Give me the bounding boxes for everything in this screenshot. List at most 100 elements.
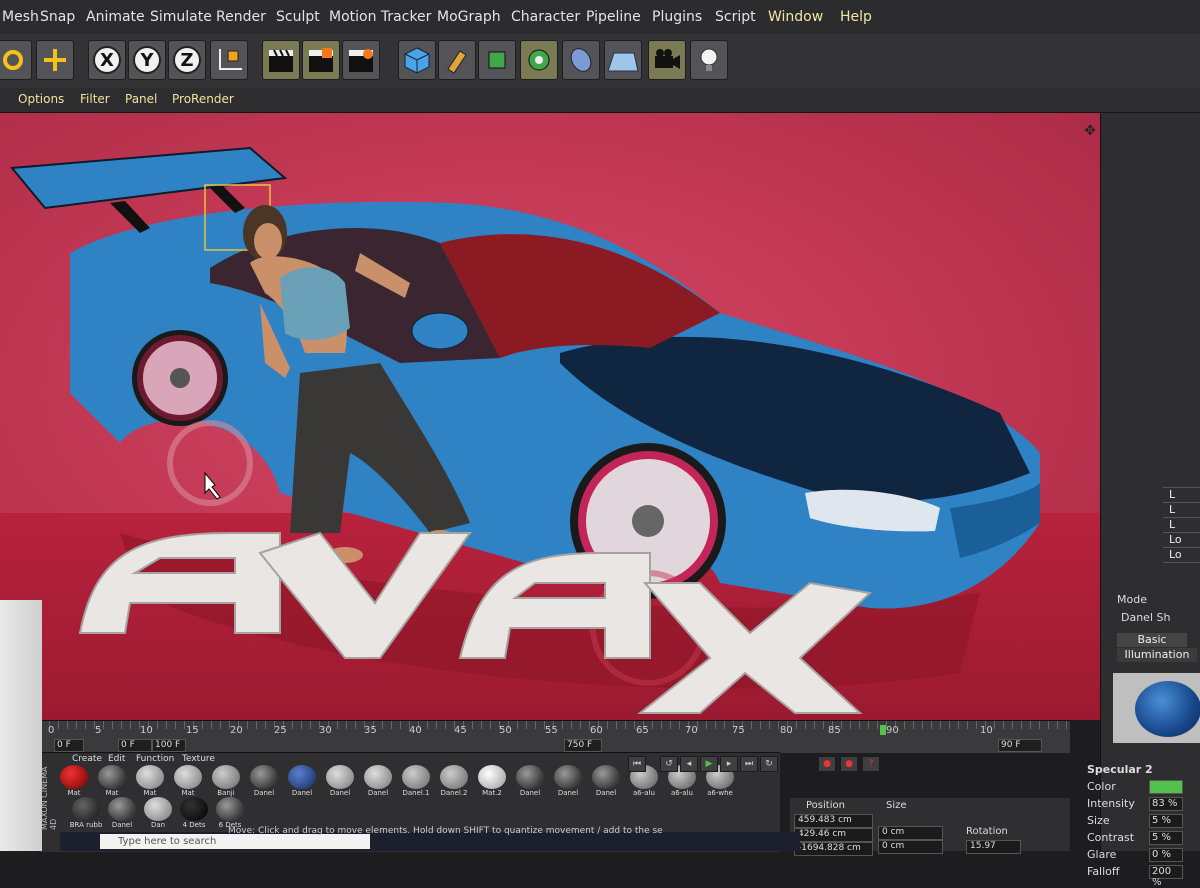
go-to-start-button[interactable]: ⏮ (628, 756, 646, 772)
position-y-field[interactable]: 429.46 cm (794, 828, 873, 842)
menu-plugins[interactable]: Plugins (652, 9, 702, 25)
color-swatch[interactable] (1149, 780, 1183, 794)
coordinate-system-button[interactable] (210, 40, 248, 80)
mode-menu[interactable]: Mode (1117, 593, 1147, 606)
light-button[interactable] (690, 40, 728, 80)
menu-snap[interactable]: Snap (40, 9, 75, 25)
record-button[interactable]: ● (818, 756, 836, 772)
floor-button[interactable] (604, 40, 642, 80)
menu-script[interactable]: Script (715, 9, 756, 25)
menu-character[interactable]: Character (511, 9, 580, 25)
viewport[interactable]: ✥ (0, 113, 1100, 720)
subdivision-button[interactable] (478, 40, 516, 80)
viewport-menu-filter[interactable]: Filter (80, 92, 110, 106)
object-list-item[interactable]: L (1163, 503, 1200, 518)
material-swatch[interactable]: Danel (104, 795, 140, 831)
menu-mograph[interactable]: MoGraph (437, 9, 501, 25)
cube-button[interactable] (398, 40, 436, 80)
menu-help[interactable]: Help (840, 9, 872, 25)
start-frame-field[interactable]: 0 F (54, 739, 84, 752)
viewport-menu-panel[interactable]: Panel (125, 92, 157, 106)
object-list-item[interactable]: Lo (1163, 548, 1200, 563)
object-list-item[interactable] (1163, 473, 1200, 488)
go-to-end-button[interactable]: ⏭ (740, 756, 758, 772)
glare-field[interactable]: 0 % (1149, 848, 1183, 862)
tab-illumination[interactable]: Illumination (1117, 648, 1197, 662)
material-swatch[interactable]: 4 Dets (176, 795, 212, 831)
material-swatch[interactable]: BRA rubb (68, 795, 104, 831)
menu-mesh[interactable]: Mesh (2, 9, 39, 25)
menu-animate[interactable]: Animate (86, 9, 145, 25)
size-y-field[interactable]: 0 cm (878, 840, 943, 854)
y-axis-icon: Y (133, 46, 161, 74)
menu-render[interactable]: Render (216, 9, 266, 25)
menu-motion-tracker[interactable]: Motion Tracker (329, 9, 431, 25)
taskbar-search-input[interactable]: Type here to search (100, 834, 370, 849)
attribute-manager: L L L Lo Lo Mode Danel Sh Basic Illumina… (1087, 113, 1200, 888)
menu-simulate[interactable]: Simulate (150, 9, 212, 25)
material-swatch[interactable]: Danel.2 (436, 763, 472, 799)
y-axis-button[interactable]: Y (128, 40, 166, 80)
deformer-button[interactable] (562, 40, 600, 80)
position-z-field[interactable]: -1694.828 cm (794, 842, 873, 856)
material-swatch[interactable]: Danel (284, 763, 320, 799)
playhead[interactable] (880, 725, 886, 735)
material-swatch[interactable]: Mat.2 (474, 763, 510, 799)
object-list-item[interactable]: L (1163, 488, 1200, 503)
prev-key-button[interactable]: ↺ (660, 756, 678, 772)
end-frame-field[interactable]: 750 F (564, 739, 602, 752)
current-frame-field[interactable]: 90 F (998, 739, 1042, 752)
render-picture-viewer-button[interactable] (302, 40, 340, 80)
keyframe-selection-button[interactable]: ? (862, 756, 880, 772)
falloff-field[interactable]: 200 % (1149, 865, 1183, 888)
menu-sculpt[interactable]: Sculpt (276, 9, 320, 25)
object-list-item[interactable]: L (1163, 518, 1200, 533)
object-list-item[interactable]: Lo (1163, 533, 1200, 548)
rotate-tool-button[interactable] (0, 40, 32, 80)
material-swatch[interactable]: Danel (322, 763, 358, 799)
z-axis-button[interactable]: Z (168, 40, 206, 80)
tick-label: 75 (732, 725, 745, 736)
viewport-menu-prorender[interactable]: ProRender (172, 92, 234, 106)
render-settings-button[interactable] (342, 40, 380, 80)
specular-section: Specular 2 Color Intensity 83 % Size 5 % C… (1079, 763, 1200, 888)
min-frame-field[interactable]: 0 F (118, 739, 152, 752)
autokey-button[interactable]: ● (840, 756, 858, 772)
material-swatch[interactable]: Danel (512, 763, 548, 799)
intensity-field[interactable]: 83 % (1149, 797, 1183, 811)
menu-pipeline[interactable]: Pipeline (586, 9, 641, 25)
pen-spline-button[interactable] (438, 40, 476, 80)
loop-button[interactable]: ↻ (760, 756, 778, 772)
timeline[interactable]: 0 5 10 15 20 25 30 35 40 45 50 55 60 65 … (40, 720, 1070, 753)
material-swatch[interactable]: Mat (94, 763, 130, 799)
camera-button[interactable] (648, 40, 686, 80)
color-label: Color (1087, 780, 1116, 793)
material-swatch[interactable]: Danel (246, 763, 282, 799)
material-swatch[interactable]: Danel.1 (398, 763, 434, 799)
render-view-button[interactable] (262, 40, 300, 80)
max-frame-field[interactable]: 100 F (152, 739, 186, 752)
rotation-h-field[interactable]: 15.97 (966, 840, 1021, 854)
menu-window[interactable]: Window (768, 9, 823, 25)
toolbar: X Y Z (0, 34, 1200, 89)
play-button[interactable]: ▶ (700, 756, 718, 772)
prev-frame-button[interactable]: ◂ (680, 756, 698, 772)
material-swatch[interactable]: Banji (208, 763, 244, 799)
viewport-menu-options[interactable]: Options (18, 92, 64, 106)
x-axis-button[interactable]: X (88, 40, 126, 80)
material-swatch[interactable]: Dan (140, 795, 176, 831)
material-swatch[interactable]: Mat (170, 763, 206, 799)
contrast-field[interactable]: 5 % (1149, 831, 1183, 845)
size-field[interactable]: 5 % (1149, 814, 1183, 828)
material-swatch[interactable]: Mat (56, 763, 92, 799)
position-x-field[interactable]: 459.483 cm (794, 814, 873, 828)
falloff-label: Falloff (1087, 865, 1120, 878)
cloner-button[interactable] (520, 40, 558, 80)
next-frame-button[interactable]: ▸ (720, 756, 738, 772)
size-x-field[interactable]: 0 cm (878, 826, 943, 840)
material-swatch[interactable]: Danel (360, 763, 396, 799)
move-tool-button[interactable] (36, 40, 74, 80)
intensity-label: Intensity (1087, 797, 1135, 810)
tab-basic[interactable]: Basic (1117, 633, 1187, 647)
material-swatch[interactable]: Mat (132, 763, 168, 799)
